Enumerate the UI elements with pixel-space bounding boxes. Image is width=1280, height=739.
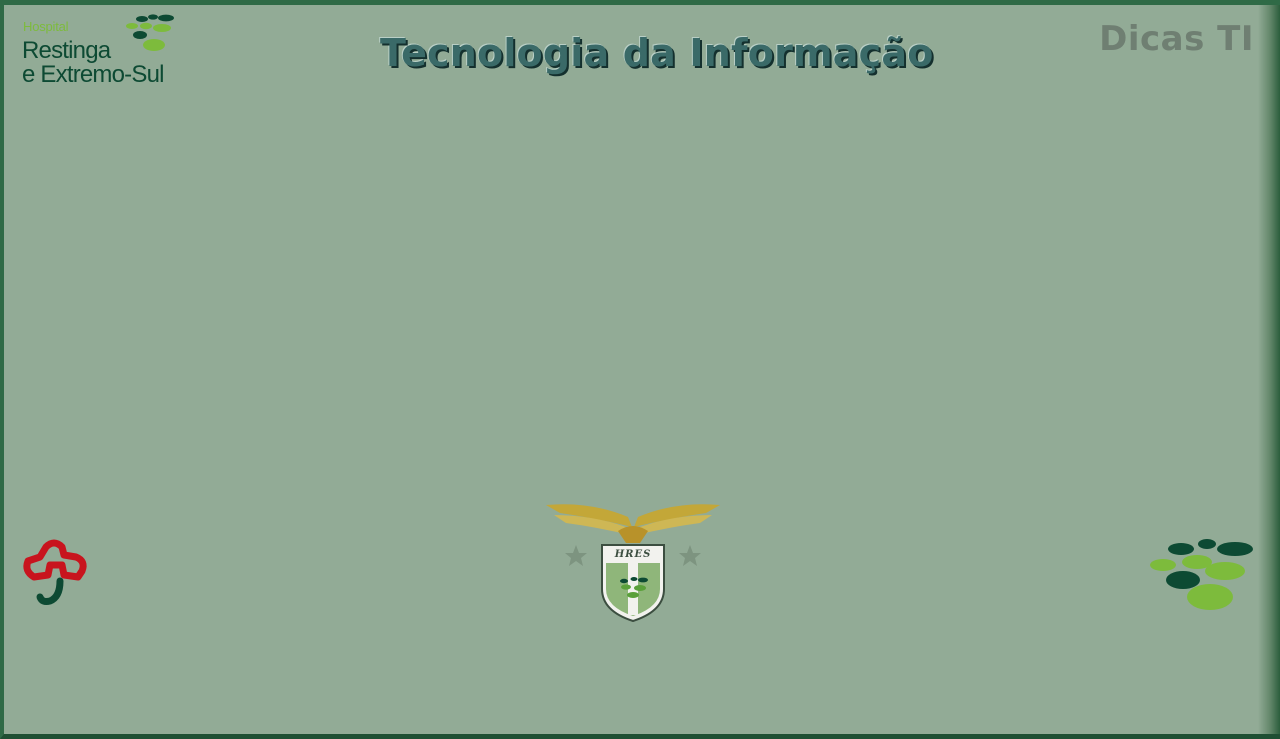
hospital-logo: Hospital Restinga e Extremo-Sul	[22, 13, 192, 93]
green-dots-logo-icon	[1150, 539, 1253, 610]
logo-hospital-label: Hospital	[23, 19, 69, 34]
winged-shield-crest-icon	[546, 504, 720, 623]
red-green-cross-icon	[23, 539, 87, 605]
right-edge-shade	[1258, 5, 1280, 734]
slide-canvas: Hospital Restinga e Extremo-Sul Tecnolog…	[0, 0, 1280, 739]
logo-name-line2: e Extremo-Sul	[22, 61, 164, 88]
green-dots-logo-icon	[126, 14, 174, 51]
page-title: Tecnologia da Informação	[380, 31, 934, 75]
crest-label: HRES	[614, 549, 652, 560]
dicas-ti-label: Dicas TI	[1099, 19, 1254, 59]
